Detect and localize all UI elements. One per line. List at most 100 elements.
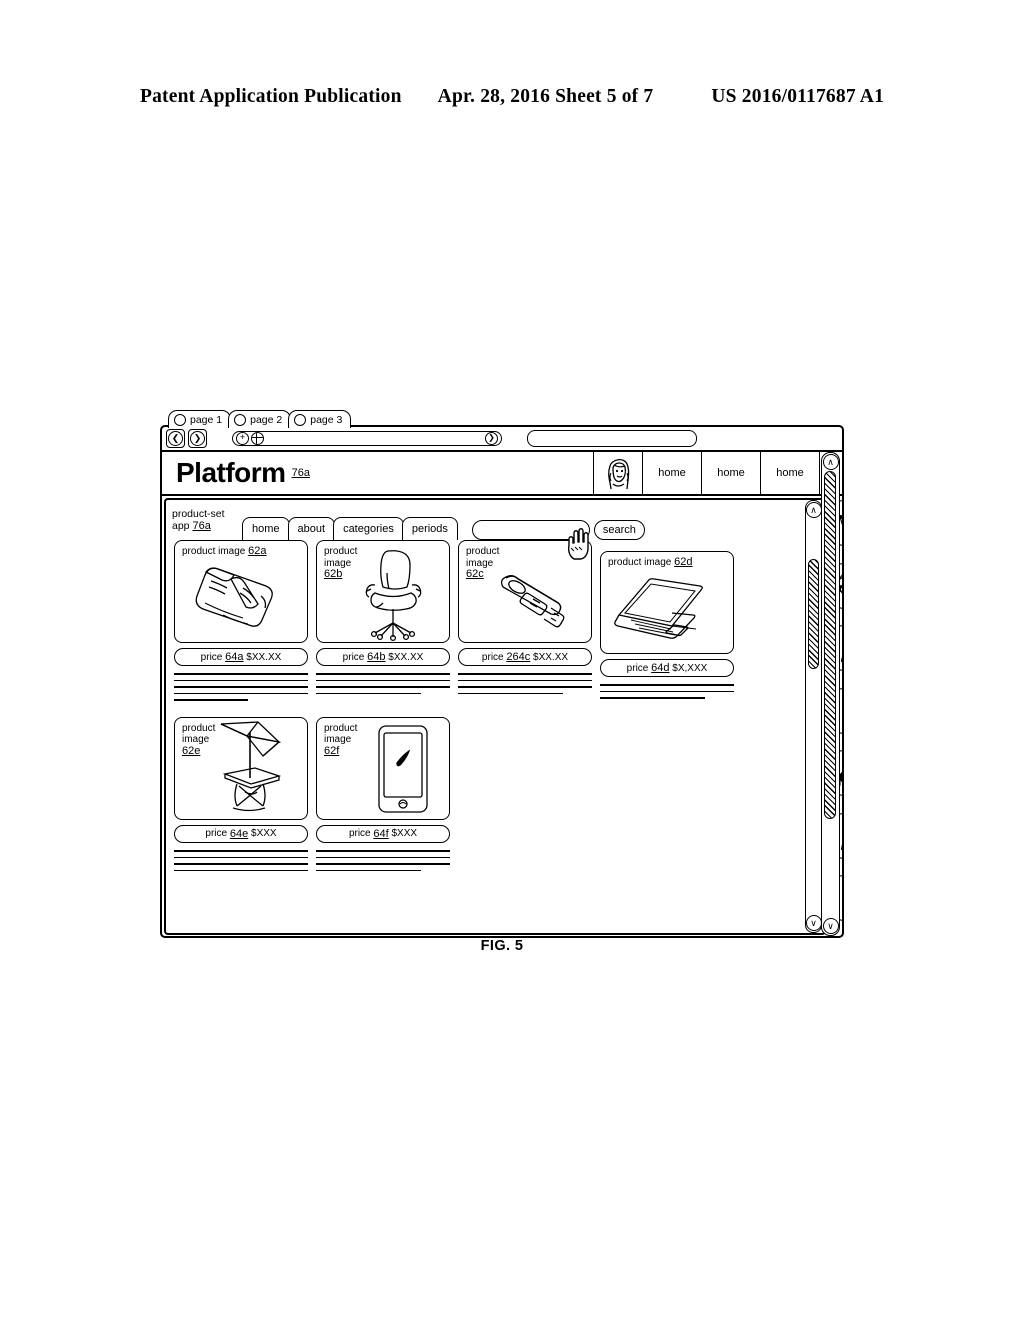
figure-caption: FIG. 5 xyxy=(480,938,524,954)
product-set-app-panel: product-set app 76a home about categorie… xyxy=(164,498,826,935)
product-ref-numeral: 62f xyxy=(324,744,340,757)
text-line xyxy=(174,686,308,688)
platform-title-group: Platform 76a xyxy=(162,452,593,494)
scrollbar-track[interactable] xyxy=(806,519,821,914)
product-ref-numeral: 62d xyxy=(674,556,693,568)
price-ref-numeral: 264c xyxy=(506,651,531,663)
woman-avatar-icon xyxy=(608,459,630,490)
publication-label: Patent Application Publication xyxy=(139,86,402,107)
product-card-62a[interactable]: product image 62a xyxy=(174,540,308,643)
product-image-label-text: image xyxy=(182,734,210,746)
globe-icon xyxy=(251,432,264,445)
text-line xyxy=(174,849,308,852)
product-image-label: product image 62c xyxy=(466,546,499,581)
avatar[interactable] xyxy=(593,452,643,494)
tab-about[interactable]: about xyxy=(287,517,336,540)
text-line xyxy=(458,679,592,682)
price-label: price xyxy=(481,651,504,663)
plus-icon[interactable]: + xyxy=(236,432,249,445)
publication-number: US 2016/0117687 A1 xyxy=(711,86,885,107)
text-line xyxy=(316,692,421,695)
text-line xyxy=(174,856,308,859)
scroll-up-button[interactable]: ∧ xyxy=(806,502,821,518)
price-value: $XXX xyxy=(391,828,418,840)
back-button[interactable]: ❮ xyxy=(166,429,185,448)
product-card-62f[interactable]: product image 62f xyxy=(316,716,450,820)
scrollbar-thumb[interactable] xyxy=(823,471,836,819)
scroll-up-button[interactable]: ∧ xyxy=(822,454,839,470)
tab-label: home xyxy=(252,523,280,535)
text-line xyxy=(174,699,248,701)
tab-periods[interactable]: periods xyxy=(401,517,458,540)
product-image-label: product image 62b xyxy=(324,546,357,581)
product-image-label-text: image xyxy=(324,557,352,569)
browser-tab-strip: page 1 page 2 page 3 xyxy=(168,408,352,428)
tab-home[interactable]: home xyxy=(242,517,290,540)
window-scrollbar[interactable]: ∧ ∨ xyxy=(821,452,840,936)
platform-banner: Platform 76a home home home xyxy=(162,452,842,496)
product-image-label: product image 62a xyxy=(182,545,267,558)
browser-tab-page-3[interactable]: page 3 xyxy=(288,410,352,428)
price-label: price xyxy=(626,662,649,674)
scroll-down-button[interactable]: ∨ xyxy=(806,915,821,931)
scroll-down-button[interactable]: ∨ xyxy=(822,918,839,934)
price-label: price xyxy=(342,651,365,663)
product-card-62d[interactable]: product image 62d xyxy=(600,551,734,654)
text-line xyxy=(316,863,450,865)
price-label: price xyxy=(348,828,371,840)
browser-tab-label: page 3 xyxy=(310,413,343,426)
app-name-line-2: app xyxy=(172,520,190,532)
patent-page-header: Patent Application Publication Apr. 28, … xyxy=(0,86,1024,108)
scrollbar-track[interactable] xyxy=(822,471,839,917)
forward-button[interactable]: ❯ xyxy=(188,429,207,448)
product-description-lines xyxy=(316,673,450,695)
circle-icon xyxy=(174,413,186,426)
product-ref-numeral: 62c xyxy=(466,568,484,580)
browser-tab-label: page 2 xyxy=(250,413,283,426)
product-image-label: product image 62f xyxy=(324,723,357,758)
address-bar[interactable]: + ❯ xyxy=(232,431,502,446)
product-image-label: product image 62d xyxy=(608,556,693,569)
tab-categories[interactable]: categories xyxy=(333,517,404,540)
circle-icon xyxy=(234,413,247,426)
product-ref-numeral: 62e xyxy=(182,744,201,757)
platform-home-button-3[interactable]: home xyxy=(761,452,820,494)
product-image-label-text: product image xyxy=(182,546,246,557)
price-label: price xyxy=(200,651,223,663)
product-image-label: product image 62e xyxy=(182,723,215,758)
back-arrow-icon: ❮ xyxy=(168,431,183,446)
app-scrollbar[interactable]: ∧ ∨ xyxy=(805,500,822,933)
price-ref-numeral: 64a xyxy=(225,651,244,663)
product-ref-numeral: 62b xyxy=(324,568,343,580)
text-line xyxy=(316,856,450,859)
product-card-62e[interactable]: product image 62e xyxy=(174,716,308,820)
price-ref-numeral: 64f xyxy=(373,827,389,840)
scrollbar-thumb[interactable] xyxy=(807,558,819,670)
product-description-lines xyxy=(600,684,734,699)
pointing-hand-cursor xyxy=(565,526,591,560)
text-line xyxy=(174,679,308,682)
platform-home-label: home xyxy=(717,467,745,479)
product-cell: product image 62f price 64f $XXX xyxy=(316,716,450,876)
price-ref-numeral: 64b xyxy=(367,651,386,663)
price-pill-64f: price 64f $XXX xyxy=(316,824,450,843)
product-card-62b[interactable]: product image 62b xyxy=(316,540,450,643)
platform-home-button-2[interactable]: home xyxy=(702,452,761,494)
browser-search-bar[interactable] xyxy=(527,430,697,447)
browser-tab-page-2[interactable]: page 2 xyxy=(228,410,292,428)
product-grid: product image 62a price 64a $XX.XX produ… xyxy=(174,540,802,876)
text-line xyxy=(174,863,308,865)
price-ref-numeral: 64e xyxy=(229,827,249,840)
product-image-label-text: product xyxy=(324,546,358,557)
go-arrow-icon[interactable]: ❯ xyxy=(485,432,498,445)
platform-ref-numeral: 76a xyxy=(291,467,310,479)
browser-tab-page-1[interactable]: page 1 xyxy=(168,410,232,428)
platform-home-button-1[interactable]: home xyxy=(643,452,702,494)
text-line xyxy=(316,679,450,682)
product-image-label-text: image xyxy=(466,557,494,569)
product-cell: product image 62d price 64d $X,XXX xyxy=(600,551,734,706)
search-button[interactable]: search xyxy=(593,520,645,540)
browser-window: ❮ ❯ + ❯ Platform 76a home home home prod… xyxy=(160,425,844,938)
product-cell: product image 62a price 64a $XX.XX xyxy=(174,540,308,706)
text-line xyxy=(600,684,734,686)
